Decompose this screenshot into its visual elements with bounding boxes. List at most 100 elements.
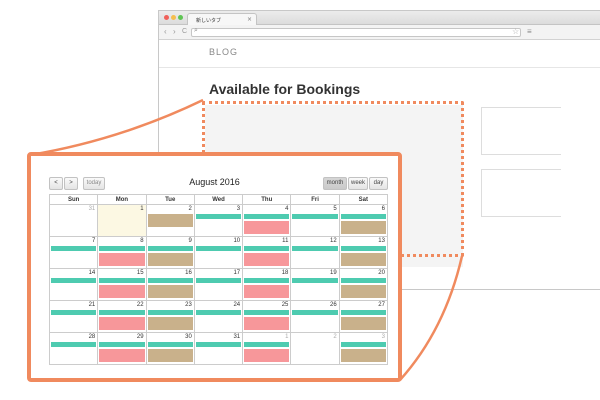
- event-teal[interactable]: [195, 342, 242, 347]
- day-cell[interactable]: 12: [291, 237, 340, 268]
- event-teal[interactable]: [195, 214, 242, 219]
- event-teal[interactable]: [51, 342, 97, 347]
- day-cell[interactable]: 3: [340, 333, 388, 364]
- event-red[interactable]: [99, 317, 145, 330]
- day-cell[interactable]: 15: [98, 269, 147, 300]
- day-cell[interactable]: 6: [340, 205, 388, 236]
- event-tan[interactable]: [147, 214, 193, 227]
- day-cell[interactable]: 9: [147, 237, 195, 268]
- event-teal[interactable]: [340, 310, 386, 315]
- day-cell[interactable]: 1: [243, 333, 292, 364]
- day-number: 9: [188, 238, 192, 244]
- event-teal[interactable]: [51, 278, 97, 283]
- event-teal[interactable]: [340, 246, 386, 251]
- day-of-week-header: Sun Mon Tue Wed Thu Fri Sat: [50, 195, 388, 205]
- event-teal[interactable]: [340, 342, 386, 347]
- event-tan[interactable]: [340, 221, 386, 234]
- event-teal[interactable]: [99, 342, 145, 347]
- day-cell[interactable]: 31: [195, 333, 244, 364]
- day-cell[interactable]: 25: [243, 301, 292, 332]
- event-teal[interactable]: [195, 278, 242, 283]
- day-cell[interactable]: 29: [98, 333, 147, 364]
- month-view-button[interactable]: month: [323, 177, 347, 190]
- event-tan[interactable]: [147, 285, 193, 298]
- event-teal[interactable]: [244, 310, 290, 315]
- event-teal[interactable]: [147, 310, 193, 315]
- day-number: 2: [333, 334, 337, 340]
- event-red[interactable]: [244, 285, 290, 298]
- day-cell[interactable]: 22: [98, 301, 147, 332]
- day-cell[interactable]: 16: [147, 269, 195, 300]
- event-tan[interactable]: [147, 253, 193, 266]
- day-cell[interactable]: 31: [50, 205, 99, 236]
- day-cell[interactable]: 2: [291, 333, 340, 364]
- day-view-button[interactable]: day: [369, 177, 388, 190]
- day-cell[interactable]: 13: [340, 237, 388, 268]
- day-cell[interactable]: 24: [195, 301, 244, 332]
- day-cell-today[interactable]: 1: [98, 205, 147, 236]
- event-teal[interactable]: [195, 246, 242, 251]
- event-red[interactable]: [244, 317, 290, 330]
- day-cell[interactable]: 8: [98, 237, 147, 268]
- event-teal[interactable]: [99, 310, 145, 315]
- event-teal[interactable]: [99, 246, 145, 251]
- day-cell[interactable]: 30: [147, 333, 195, 364]
- day-cell[interactable]: 7: [50, 237, 99, 268]
- event-teal[interactable]: [244, 342, 290, 347]
- event-teal[interactable]: [51, 310, 97, 315]
- dow-tue: Tue: [147, 195, 195, 204]
- event-tan[interactable]: [340, 317, 386, 330]
- event-teal[interactable]: [292, 246, 338, 251]
- event-red[interactable]: [99, 285, 145, 298]
- dow-sat: Sat: [340, 195, 388, 204]
- event-red[interactable]: [244, 253, 290, 266]
- day-cell[interactable]: 11: [243, 237, 292, 268]
- event-teal[interactable]: [244, 214, 290, 219]
- day-cell[interactable]: 26: [291, 301, 340, 332]
- day-cell[interactable]: 19: [291, 269, 340, 300]
- day-cell[interactable]: 28: [50, 333, 99, 364]
- event-teal[interactable]: [147, 342, 193, 347]
- event-teal[interactable]: [244, 246, 290, 251]
- event-red[interactable]: [99, 349, 145, 362]
- dow-wed: Wed: [195, 195, 244, 204]
- event-red[interactable]: [244, 349, 290, 362]
- day-cell[interactable]: 17: [195, 269, 244, 300]
- day-cell[interactable]: 2: [147, 205, 195, 236]
- event-red[interactable]: [99, 253, 145, 266]
- event-teal[interactable]: [292, 214, 338, 219]
- day-cell[interactable]: 5: [291, 205, 340, 236]
- day-cell[interactable]: 21: [50, 301, 99, 332]
- event-teal[interactable]: [292, 310, 338, 315]
- day-number: 8: [140, 238, 144, 244]
- event-teal[interactable]: [195, 310, 242, 315]
- day-cell[interactable]: 10: [195, 237, 244, 268]
- week-view-button[interactable]: week: [348, 177, 368, 190]
- event-teal[interactable]: [51, 246, 97, 251]
- day-cell[interactable]: 4: [243, 205, 292, 236]
- day-cell[interactable]: 20: [340, 269, 388, 300]
- day-number: 10: [233, 238, 241, 244]
- event-tan[interactable]: [147, 317, 193, 330]
- event-tan[interactable]: [147, 349, 193, 362]
- event-tan[interactable]: [340, 349, 386, 362]
- event-teal[interactable]: [340, 278, 386, 283]
- event-tan[interactable]: [340, 253, 386, 266]
- day-number: 3: [236, 206, 241, 212]
- week-row: 7 8 9 10 11 12 13: [50, 237, 388, 269]
- event-teal[interactable]: [292, 278, 338, 283]
- event-teal[interactable]: [340, 214, 386, 219]
- event-tan[interactable]: [340, 285, 386, 298]
- day-cell[interactable]: 27: [340, 301, 388, 332]
- day-cell[interactable]: 18: [243, 269, 292, 300]
- event-teal[interactable]: [99, 278, 145, 283]
- event-teal[interactable]: [147, 278, 193, 283]
- event-teal[interactable]: [244, 278, 290, 283]
- event-teal[interactable]: [147, 246, 193, 251]
- event-red[interactable]: [244, 221, 290, 234]
- day-cell[interactable]: 14: [50, 269, 99, 300]
- day-cell[interactable]: 3: [195, 205, 244, 236]
- connector-line-bottom: [399, 255, 464, 381]
- day-cell[interactable]: 23: [147, 301, 195, 332]
- week-row: 28 29 30 31 1 2 3: [50, 333, 388, 365]
